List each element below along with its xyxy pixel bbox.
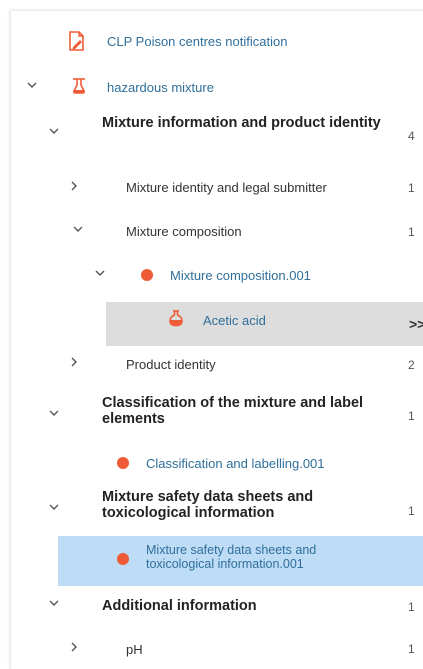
tree-item-mixture-composition[interactable]: Mixture composition 1 [11,221,423,243]
chevron-down-icon[interactable] [73,226,85,233]
flask-icon [71,77,87,98]
mixture-composition-label[interactable]: Mixture composition [126,224,242,239]
flask-icon [168,309,184,330]
tree-item-classification-001[interactable]: Classification and labelling.001 [11,453,423,475]
ph-label[interactable]: pH [126,642,143,657]
item-count: 1 [408,642,415,656]
tree-item-product-identity[interactable]: Product identity 2 [11,353,423,375]
tree-section-additional-information[interactable]: Additional information 1 [11,596,423,618]
tree-item-notification[interactable]: CLP Poison centres notification [11,31,423,53]
product-identity-label[interactable]: Product identity [126,357,216,372]
section-title: Classification of the mixture and label … [102,395,364,427]
section-title: Mixture safety data sheets and toxicolog… [102,489,314,521]
chevron-down-icon[interactable] [49,410,61,417]
status-dot-icon [117,553,129,565]
section-title: Additional information [102,598,257,614]
chevron-down-icon[interactable] [95,270,107,277]
safety-data-sheets-001-label[interactable]: Mixture safety data sheets and toxicolog… [146,543,386,571]
mixture-identity-label[interactable]: Mixture identity and legal submitter [126,180,327,195]
acetic-acid-label[interactable]: Acetic acid [203,313,266,328]
item-count: 1 [408,181,415,195]
tree-section-classification[interactable]: Classification of the mixture and label … [11,395,423,435]
tree-item-acetic-acid[interactable]: Acetic acid [11,309,423,331]
chevron-right-icon[interactable] [71,357,83,367]
tree-item-mixture-identity[interactable]: Mixture identity and legal submitter 1 [11,177,423,199]
item-count: 1 [408,409,415,423]
item-count: 4 [408,129,415,143]
item-count: 2 [408,358,415,372]
chevron-right-icon[interactable] [71,642,83,652]
item-count: 1 [408,225,415,239]
chevron-down-icon[interactable] [27,82,39,89]
chevron-down-icon[interactable] [49,504,61,511]
edit-document-icon [68,31,86,54]
status-dot-icon [141,269,153,281]
chevron-down-icon[interactable] [49,128,61,135]
chevron-down-icon[interactable] [49,600,61,607]
status-dot-icon [117,457,129,469]
tree-item-mixture-composition-001[interactable]: Mixture composition.001 [11,265,423,287]
navigation-tree: CLP Poison centres notification hazardou… [10,10,423,669]
chevron-right-icon[interactable] [71,181,83,191]
hazardous-mixture-label[interactable]: hazardous mixture [107,80,214,95]
classification-001-label[interactable]: Classification and labelling.001 [146,456,325,471]
tree-section-safety-data-sheets[interactable]: Mixture safety data sheets and toxicolog… [11,489,423,529]
expand-panel-icon[interactable]: >> [409,316,423,332]
tree-section-mixture-information[interactable]: Mixture information and product identity… [11,115,423,155]
item-count: 1 [408,504,415,518]
section-title: Mixture information and product identity [102,115,381,131]
mixture-composition-001-label[interactable]: Mixture composition.001 [170,268,311,283]
tree-item-ph[interactable]: pH 1 [11,638,423,660]
notification-label[interactable]: CLP Poison centres notification [107,34,287,49]
tree-item-safety-data-sheets-001[interactable]: Mixture safety data sheets and toxicolog… [11,542,423,580]
tree-item-hazardous-mixture[interactable]: hazardous mixture [11,77,423,99]
item-count: 1 [408,600,415,614]
